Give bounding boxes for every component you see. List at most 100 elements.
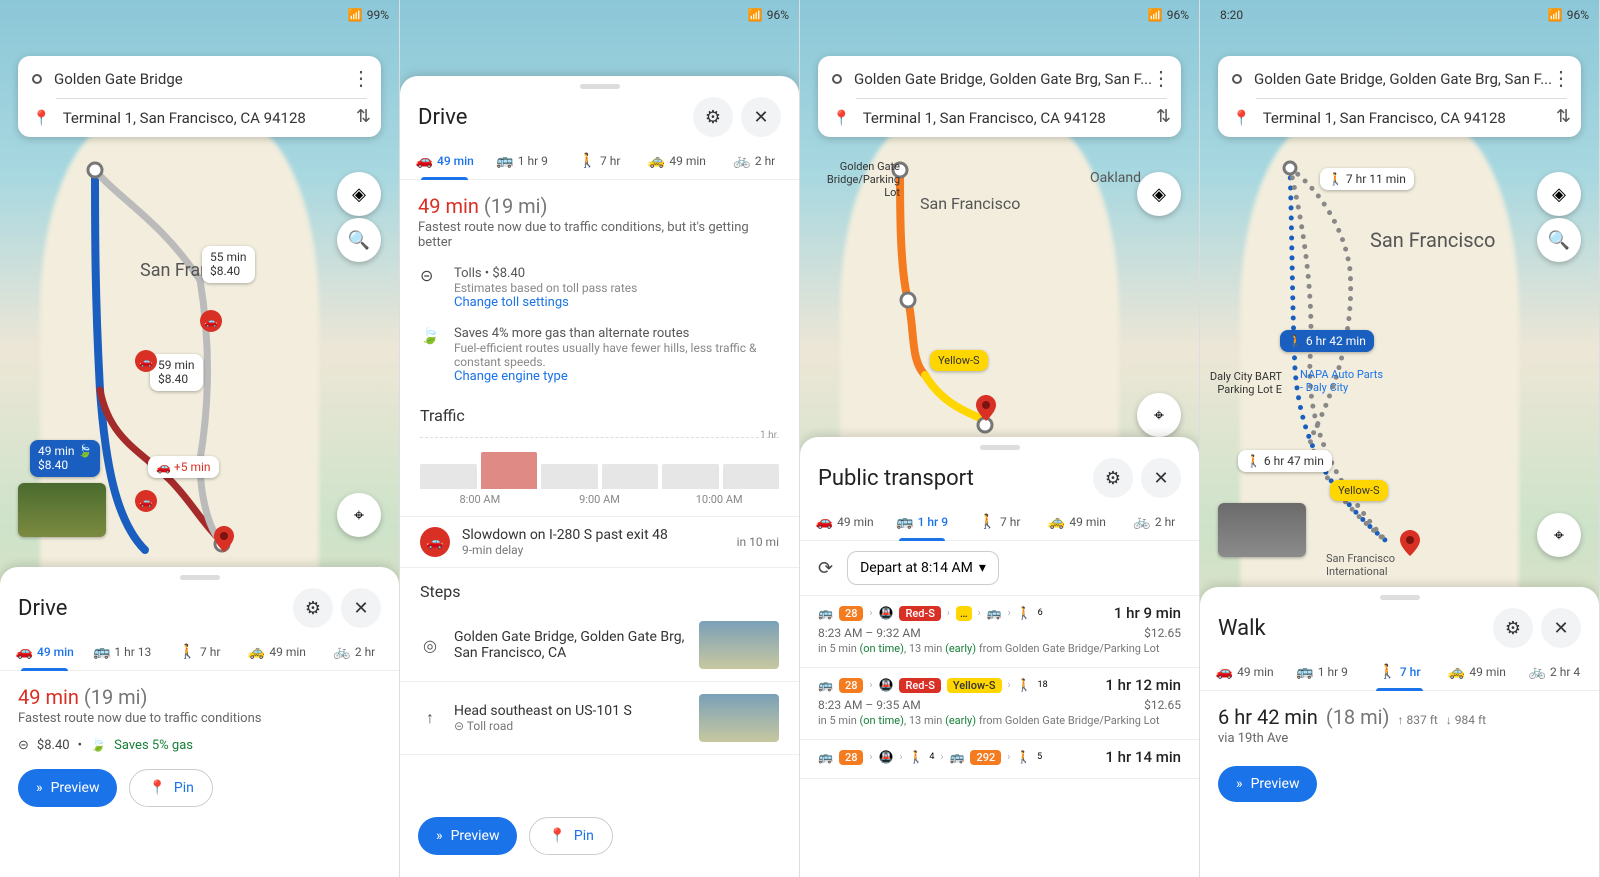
destination-row[interactable]: 📍 Terminal 1, San Francisco, CA 94128 — [32, 109, 367, 127]
tab-bike[interactable]: 🚲2 hr — [716, 143, 793, 179]
swap-button[interactable]: ⇅ — [356, 106, 371, 127]
tab-walk[interactable]: 🚶7 hr — [561, 143, 638, 179]
tab-drive[interactable]: 🚗49 min — [1206, 654, 1283, 690]
bike-icon: 🚲 — [733, 153, 750, 169]
close-button[interactable]: ✕ — [1541, 608, 1581, 648]
close-button[interactable]: ✕ — [1141, 458, 1181, 498]
depart-time-dropdown[interactable]: Depart at 8:14 AM▾ — [847, 551, 999, 585]
step-thumbnail[interactable] — [699, 694, 779, 742]
sheet-handle[interactable] — [580, 84, 620, 89]
origin-row[interactable]: Golden Gate Bridge, Golden Gate Brg, San… — [832, 70, 1167, 88]
tab-bike[interactable]: 🚲2 hr 4 — [1516, 654, 1593, 690]
my-location-button[interactable]: ⌖ — [1537, 513, 1581, 557]
layers-button[interactable]: ◈ — [1537, 172, 1581, 216]
more-menu-button[interactable]: ⋮ — [1551, 66, 1571, 90]
alt-route-bubble[interactable]: 🚶 7 hr 11 min — [1320, 168, 1414, 190]
traffic-incident-icon[interactable]: 🚗 — [135, 490, 157, 512]
tab-drive[interactable]: 🚗49 min — [806, 504, 883, 540]
preview-button[interactable]: »Preview — [418, 817, 517, 855]
delay-bubble[interactable]: 🚗 +5 min — [148, 456, 219, 478]
close-button[interactable]: ✕ — [741, 97, 781, 137]
tab-rideshare[interactable]: 🚕49 min — [638, 143, 715, 179]
poi-label[interactable]: NAPA Auto Parts - Daly City — [1300, 368, 1383, 394]
transit-option[interactable]: 🚌28›🚇Red-SYellow-S›🚶181 hr 12 min8:23 AM… — [800, 668, 1199, 740]
tab-walk[interactable]: 🚶7 hr — [961, 504, 1038, 540]
leaf-icon: 🍃 — [420, 326, 440, 384]
step-1[interactable]: ↑ Head southeast on US-101 S ⊝ Toll road — [400, 682, 799, 755]
destination-row[interactable]: 📍 Terminal 1, San Francisco, CA 94128 — [832, 109, 1167, 127]
traffic-incident-icon[interactable]: 🚗 — [200, 310, 222, 332]
destination-row[interactable]: 📍 Terminal 1, San Francisco, CA 94128 — [1232, 109, 1567, 127]
transit-option[interactable]: 🚌28›🚇Red-S›…›🚌›🚶61 hr 9 min8:23 AM – 9:3… — [800, 596, 1199, 668]
layers-button[interactable]: ◈ — [1137, 172, 1181, 216]
traffic-alert[interactable]: 🚗 Slowdown on I-280 S past exit 48 9-min… — [400, 516, 799, 568]
sheet-handle[interactable] — [1380, 595, 1420, 600]
tab-transit[interactable]: 🚌1 hr 9 — [1283, 654, 1360, 690]
my-location-button[interactable]: ⌖ — [1137, 393, 1181, 437]
primary-route-bubble[interactable]: 🚶 6 hr 42 min — [1280, 330, 1374, 352]
streetview-thumbnail[interactable] — [1218, 503, 1306, 557]
bottom-sheet[interactable]: Walk ⚙ ✕ 🚗49 min 🚌1 hr 9 🚶7 hr 🚕49 min 🚲… — [1200, 587, 1599, 877]
alt-route-bubble[interactable]: 🚶 6 hr 47 min — [1238, 450, 1332, 472]
search-along-route-button[interactable]: 🔍 — [1537, 218, 1581, 262]
origin-row[interactable]: Golden Gate Bridge, Golden Gate Brg, San… — [1232, 70, 1567, 88]
tab-rideshare[interactable]: 🚕49 min — [238, 634, 315, 670]
tab-transit[interactable]: 🚌1 hr 9 — [883, 504, 960, 540]
layers-button[interactable]: ◈ — [337, 172, 381, 216]
primary-route-bubble[interactable]: 49 min 🍃 $8.40 — [30, 440, 100, 477]
route-options-button[interactable]: ⚙ — [1093, 458, 1133, 498]
alt-route-bubble-1[interactable]: 55 min$8.40 — [202, 246, 255, 283]
pin-button[interactable]: 📍Pin — [529, 817, 612, 855]
origin-row[interactable]: Golden Gate Bridge — [32, 70, 367, 88]
line-label-yellow: Yellow-S — [930, 350, 988, 371]
search-along-route-button[interactable]: 🔍 — [337, 218, 381, 262]
city-label-oakland: Oakland — [1090, 170, 1141, 186]
traffic-chart: 1 hr 8:00 AM 9:00 AM 10:00 AM — [400, 433, 799, 516]
tab-bike[interactable]: 🚲2 hr — [1116, 504, 1193, 540]
tab-transit[interactable]: 🚌1 hr 13 — [83, 634, 160, 670]
destination-pin-icon: 📍 — [32, 109, 51, 127]
sheet-handle[interactable] — [180, 575, 220, 580]
tab-transit[interactable]: 🚌1 hr 9 — [483, 143, 560, 179]
tab-walk[interactable]: 🚶7 hr — [161, 634, 238, 670]
tab-bike[interactable]: 🚲2 hr — [316, 634, 393, 670]
tab-walk[interactable]: 🚶7 hr — [1361, 654, 1438, 690]
engine-type-link[interactable]: Change engine type — [454, 369, 779, 384]
traffic-incident-icon[interactable]: 🚗 — [135, 350, 157, 372]
my-location-button[interactable]: ⌖ — [337, 493, 381, 537]
swap-button[interactable]: ⇅ — [1556, 106, 1571, 127]
step-thumbnail[interactable] — [699, 621, 779, 669]
walk-icon: 🚶 — [179, 644, 196, 660]
destination-pin-icon: 📍 — [832, 109, 851, 127]
more-menu-button[interactable]: ⋮ — [1151, 66, 1171, 90]
pin-button[interactable]: 📍Pin — [129, 769, 212, 807]
battery-text: 99% — [367, 8, 389, 22]
walk-icon: 🚶 — [1378, 664, 1395, 680]
drawer-full[interactable]: Drive ⚙ ✕ 🚗49 min 🚌1 hr 9 🚶7 hr 🚕49 min … — [400, 76, 799, 877]
tab-drive[interactable]: 🚗49 min — [406, 143, 483, 179]
more-menu-button[interactable]: ⋮ — [351, 66, 371, 90]
toll-settings-link[interactable]: Change toll settings — [454, 295, 637, 310]
route-options-button[interactable]: ⚙ — [693, 97, 733, 137]
bottom-sheet[interactable]: Drive ⚙ ✕ 🚗49 min 🚌1 hr 13 🚶7 hr 🚕49 min… — [0, 567, 399, 877]
route-options-button[interactable]: ⚙ — [293, 588, 333, 628]
tab-drive[interactable]: 🚗49 min — [6, 634, 83, 670]
step-origin[interactable]: ◎ Golden Gate Bridge, Golden Gate Brg, S… — [400, 609, 799, 682]
tab-rideshare[interactable]: 🚕49 min — [1038, 504, 1115, 540]
tab-rideshare[interactable]: 🚕49 min — [1438, 654, 1515, 690]
step-text: Head southeast on US-101 S — [454, 703, 685, 719]
transit-option[interactable]: 🚌28›🚇›🚶4›🚌292›🚶51 hr 14 min — [800, 740, 1199, 779]
route-options-button[interactable]: ⚙ — [1493, 608, 1533, 648]
sheet-handle[interactable] — [980, 445, 1020, 450]
refresh-button[interactable]: ⟳ — [818, 558, 833, 579]
meta-row: ⊝$8.40 • 🍃Saves 5% gas — [0, 734, 399, 757]
hail-icon: 🚕 — [1448, 664, 1465, 680]
preview-button[interactable]: »Preview — [18, 769, 117, 807]
alt-route-bubble-2[interactable]: 59 min$8.40 — [150, 354, 203, 391]
poi-label: Daly City BART Parking Lot E — [1202, 370, 1282, 396]
streetview-thumbnail[interactable] — [18, 483, 106, 537]
preview-button[interactable]: »Preview — [1218, 766, 1317, 802]
swap-button[interactable]: ⇅ — [1156, 106, 1171, 127]
close-button[interactable]: ✕ — [341, 588, 381, 628]
bottom-sheet[interactable]: Public transport ⚙ ✕ 🚗49 min 🚌1 hr 9 🚶7 … — [800, 437, 1199, 877]
